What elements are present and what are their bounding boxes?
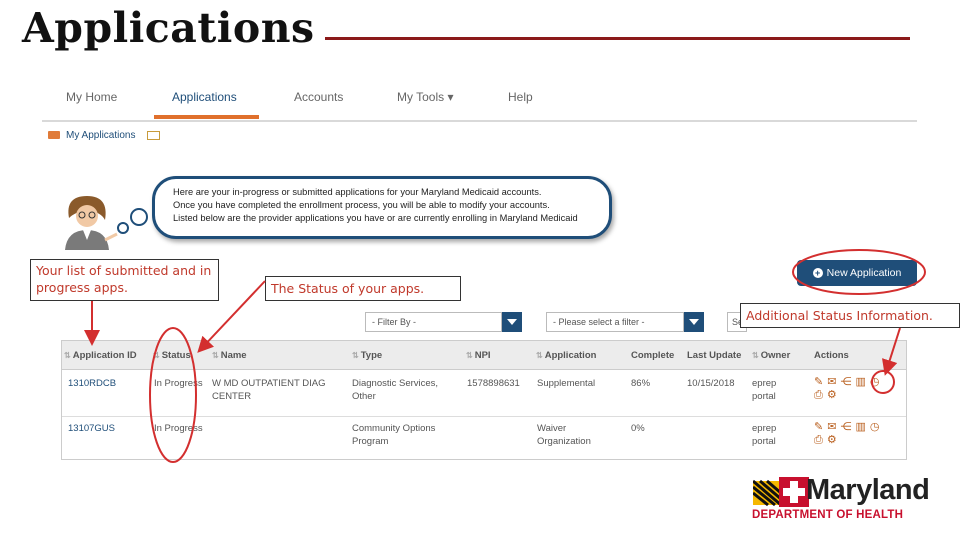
maryland-logo-text: Maryland bbox=[806, 474, 930, 506]
status-column-highlight bbox=[149, 327, 197, 463]
new-application-highlight bbox=[792, 249, 926, 295]
department-of-health-text: DEPARTMENT OF HEALTH bbox=[752, 509, 904, 521]
status-history-highlight bbox=[871, 370, 895, 394]
annotation-arrow-info bbox=[882, 327, 901, 376]
annotation-overlay bbox=[84, 249, 926, 463]
annotation-arrow-status bbox=[197, 280, 266, 353]
